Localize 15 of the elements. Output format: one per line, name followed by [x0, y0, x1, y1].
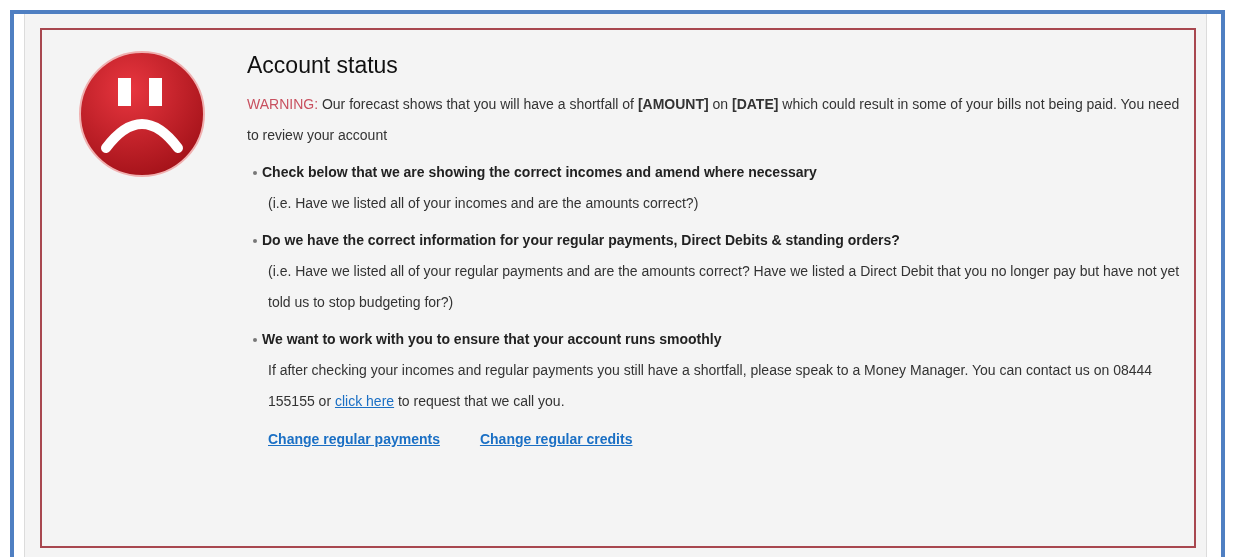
- change-link[interactable]: Change regular credits: [479, 431, 633, 447]
- item-detail: (i.e. Have we listed all of your regular payments and are the amounts correct? Have we listed a Direct Debit that you no longer pay but have not yet told us to stop budgeting for?): [268, 262, 1180, 312]
- warning-text: WARNING: Our forecast shows that you will have a shortfall of [AMOUNT] on [DATE] which could result in some of your bills not being paid. You need to review your account: [247, 95, 1180, 145]
- click-here-link[interactable]: click here: [334, 393, 395, 409]
- item-heading: Check below that we are showing the correct incomes and amend where necessary: [262, 163, 817, 182]
- section-title: Account status: [247, 52, 399, 79]
- item-heading: We want to work with you to ensure that your account runs smoothly: [262, 330, 722, 349]
- item-detail: If after checking your incomes and regular payments you still have a shortfall, please speak to a Money Manager. You can contact us on 08444 155155 or click here to request that we call you.: [268, 361, 1154, 411]
- item-heading: Do we have the correct information for your regular payments, Direct Debits & standing orders?: [262, 231, 900, 250]
- bullet-icon: [253, 337, 257, 342]
- sad-face-icon: [78, 50, 206, 178]
- change-link[interactable]: Change regular payments: [268, 431, 440, 447]
- bullet-icon: [253, 238, 257, 243]
- bullet-icon: [253, 170, 257, 175]
- item-detail: (i.e. Have we listed all of your incomes and are the amounts correct?): [268, 194, 700, 213]
